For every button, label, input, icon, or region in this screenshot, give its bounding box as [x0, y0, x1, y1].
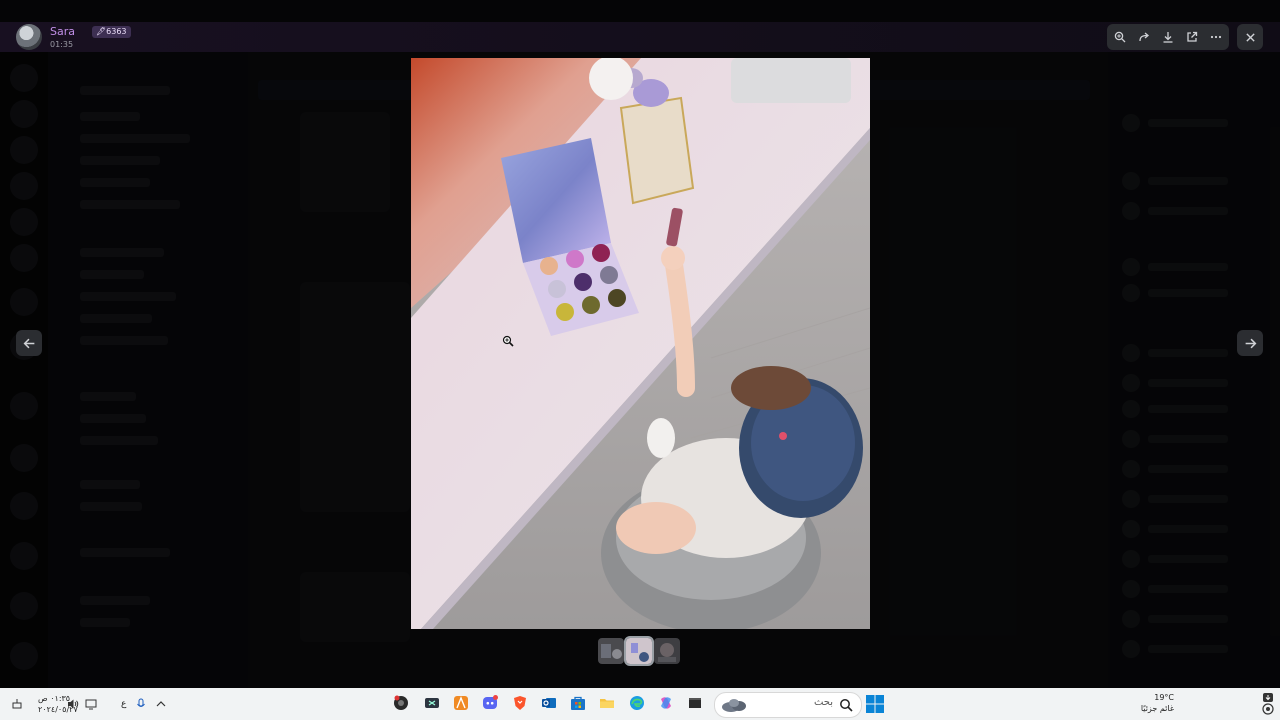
start-button[interactable] — [866, 695, 884, 713]
arrow-left-icon — [23, 338, 34, 348]
battery-button[interactable] — [84, 697, 98, 711]
uploader-name[interactable]: Sara — [50, 25, 75, 38]
obs-icon — [394, 695, 408, 710]
thumbnail-2[interactable] — [624, 636, 654, 666]
app-store[interactable] — [567, 692, 589, 714]
thumbnail-3[interactable] — [654, 638, 680, 664]
zoom-in-button[interactable] — [1110, 27, 1130, 47]
arrow-right-icon — [1245, 338, 1256, 348]
photo-illustration — [411, 58, 870, 629]
close-button[interactable] — [1237, 24, 1263, 50]
open-external-icon — [1187, 31, 1198, 42]
app-obs[interactable] — [390, 692, 412, 714]
show-hidden-icons-button[interactable] — [154, 697, 168, 711]
viewer-topbar — [0, 22, 1280, 52]
app-capture[interactable] — [421, 692, 443, 714]
display-icon — [85, 699, 97, 710]
capture-icon — [425, 698, 439, 708]
microphone-icon — [137, 698, 145, 707]
network-button[interactable] — [10, 697, 24, 711]
viewer-toolbar — [1107, 24, 1229, 50]
app-brave[interactable] — [509, 692, 531, 714]
image-preview[interactable] — [411, 58, 870, 629]
notification-center-icon[interactable] — [1260, 692, 1276, 716]
edge-icon — [630, 696, 644, 710]
app-edge[interactable] — [626, 692, 648, 714]
folder-icon — [600, 699, 614, 708]
download-icon — [1163, 32, 1173, 43]
speaker-icon — [68, 699, 79, 709]
weather-cloud-icon — [722, 699, 746, 712]
avatar[interactable] — [16, 24, 42, 50]
weather-description: غائم جزئيًا — [1140, 704, 1174, 713]
more-button[interactable] — [1206, 27, 1226, 47]
zoom-in-icon — [1114, 31, 1126, 43]
more-icon — [1210, 35, 1222, 39]
volume-button[interactable] — [66, 697, 80, 711]
open-external-button[interactable] — [1182, 27, 1202, 47]
store-icon — [571, 696, 585, 710]
brave-icon — [514, 696, 526, 710]
user-badge: 🖋6363 — [92, 26, 131, 38]
orange-app-icon — [454, 696, 468, 710]
search-icon — [840, 699, 853, 712]
upload-time: 01:35 — [50, 40, 74, 49]
app-outlook[interactable] — [538, 692, 560, 714]
search-placeholder: بحث — [813, 697, 833, 708]
chevron-up-icon — [156, 701, 166, 707]
download-button[interactable] — [1158, 27, 1178, 47]
weather-temperature: 19°C — [1154, 693, 1174, 702]
next-image-button[interactable] — [1237, 330, 1263, 356]
close-icon — [1245, 32, 1255, 42]
forward-button[interactable] — [1134, 27, 1154, 47]
copilot-icon — [661, 697, 671, 709]
discord-icon — [483, 695, 498, 709]
zoom-cursor-icon — [502, 335, 514, 347]
app-vlc[interactable] — [450, 692, 472, 714]
app-notepad[interactable] — [684, 692, 706, 714]
app-copilot[interactable] — [655, 692, 677, 714]
taskbar: ٠١:٣٥ ص ٢٠٢٤/٠٥/٢٧ ع بحث 19°C غائم جزئيً… — [0, 688, 1280, 720]
app-discord[interactable] — [479, 692, 501, 714]
outlook-icon — [542, 698, 556, 708]
ethernet-icon — [12, 699, 22, 709]
taskbar-search[interactable]: بحث — [714, 692, 862, 718]
app-file-explorer[interactable] — [596, 692, 618, 714]
thumbnail-1[interactable] — [598, 638, 624, 664]
microphone-button[interactable] — [134, 697, 148, 711]
input-language[interactable]: ع — [121, 699, 126, 709]
previous-image-button[interactable] — [16, 330, 42, 356]
forward-icon — [1139, 32, 1150, 42]
window-icon — [689, 698, 701, 708]
